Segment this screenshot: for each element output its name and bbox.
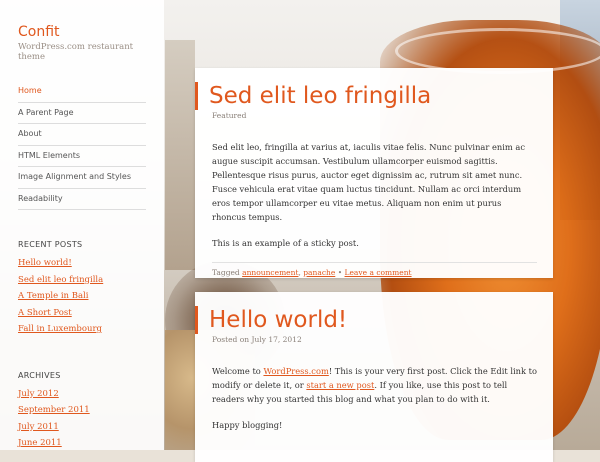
nav-item-parent-page[interactable]: A Parent Page [18, 103, 146, 124]
archive-link[interactable]: July 2011 [18, 419, 146, 436]
post-card: Hello world! Posted on July 17, 2012 Wel… [195, 292, 553, 462]
nav-item-about[interactable]: About [18, 124, 146, 146]
archive-link[interactable]: July 2012 [18, 386, 146, 403]
nav-item-home[interactable]: Home [18, 81, 146, 103]
meta-separator: • [337, 268, 343, 277]
archive-link[interactable]: September 2011 [18, 402, 146, 419]
post-date[interactable]: July 17, 2012 [251, 335, 301, 344]
archives-widget: ARCHIVES July 2012 September 2011 July 2… [18, 371, 146, 452]
site-description: WordPress.com restaurant theme [18, 42, 134, 62]
recent-post-link[interactable]: A Temple in Bali [18, 288, 146, 305]
tag-separator: , [298, 268, 301, 277]
post-paragraph: Happy blogging! [212, 420, 283, 430]
tag-link-panache[interactable]: panache [303, 268, 335, 277]
sidebar: Confit WordPress.com restaurant theme Ho… [0, 0, 164, 450]
nav-item-readability[interactable]: Readability [18, 189, 146, 210]
recent-posts-title: RECENT POSTS [18, 240, 83, 249]
post-title[interactable]: Hello world! [195, 306, 537, 334]
post-paragraph: Welcome to WordPress.com! This is your v… [212, 364, 537, 406]
site-title[interactable]: Confit [18, 24, 146, 40]
paragraph-text: Welcome to [212, 366, 264, 376]
recent-posts-widget: RECENT POSTS Hello world! Sed elit leo f… [18, 240, 146, 338]
post-body: Welcome to WordPress.com! This is your v… [212, 364, 537, 432]
tag-link-announcement[interactable]: announcement [242, 268, 298, 277]
wordpress-link[interactable]: WordPress.com [263, 366, 328, 376]
post-footer: Tagged announcement, panache • Leave a c… [212, 262, 537, 277]
archives-title: ARCHIVES [18, 370, 61, 380]
background-strip [165, 40, 195, 270]
new-post-link[interactable]: start a new post [306, 380, 374, 390]
post-meta: Posted on July 17, 2012 [212, 335, 537, 344]
archive-link[interactable]: June 2011 [18, 435, 146, 452]
main-nav: Home A Parent Page About HTML Elements I… [18, 81, 146, 210]
tagged-label: Tagged [212, 268, 240, 277]
nav-item-html-elements[interactable]: HTML Elements [18, 146, 146, 167]
post-date-prefix: Posted on [212, 335, 250, 344]
recent-post-link[interactable]: Sed elit leo fringilla [18, 272, 146, 289]
post-card: Sed elit leo fringilla Featured Sed elit… [195, 68, 553, 278]
post-body: Sed elit leo, fringilla at varius at, ia… [212, 140, 537, 250]
post-paragraph: This is an example of a sticky post. [212, 238, 359, 248]
post-title[interactable]: Sed elit leo fringilla [195, 82, 537, 110]
post-paragraph: Sed elit leo, fringilla at varius at, ia… [212, 142, 525, 222]
nav-item-image-alignment[interactable]: Image Alignment and Styles [18, 167, 146, 189]
leave-comment-link[interactable]: Leave a comment [345, 268, 412, 277]
post-meta: Featured [212, 111, 247, 120]
recent-post-link[interactable]: A Short Post [18, 305, 146, 322]
recent-post-link[interactable]: Fall in Luxembourg [18, 321, 146, 338]
recent-post-link[interactable]: Hello world! [18, 255, 146, 272]
